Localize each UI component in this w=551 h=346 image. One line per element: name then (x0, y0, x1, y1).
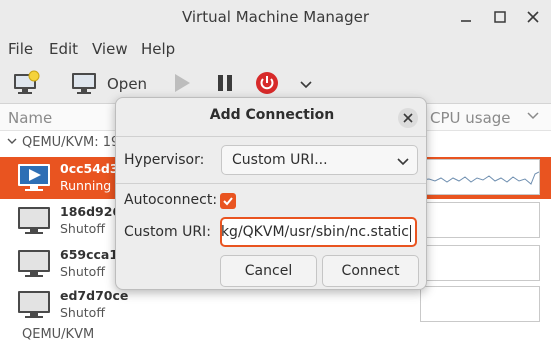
title-bar: Virtual Machine Manager (0, 0, 551, 34)
chevron-down-icon[interactable] (300, 78, 312, 94)
divider (116, 183, 426, 184)
connection-label: QEMU/KVM (22, 327, 95, 342)
menu-view[interactable]: View (92, 40, 128, 58)
vm-shutoff-icon (17, 205, 51, 237)
menu-file[interactable]: File (8, 40, 33, 58)
cpu-usage-graph (420, 286, 540, 322)
column-name[interactable]: Name (8, 109, 52, 127)
menu-bar: File Edit View Help (0, 34, 551, 62)
close-icon[interactable] (524, 8, 542, 26)
custom-uri-label: Custom URI: (124, 224, 211, 240)
cpu-usage-graph (420, 159, 540, 195)
vm-name: ed7d70ce (60, 288, 129, 303)
connection-label: QEMU/KVM: 192 (22, 135, 128, 150)
hypervisor-select[interactable]: Custom URI... (221, 145, 418, 175)
add-connection-dialog: Add Connection Hypervisor: Custom URI...… (115, 97, 427, 290)
vm-name: 659cca1f (60, 247, 124, 262)
expander-icon[interactable] (7, 135, 17, 150)
play-icon[interactable] (173, 73, 191, 97)
column-cpu-usage[interactable]: CPU usage (430, 109, 511, 127)
power-icon[interactable] (255, 71, 279, 99)
cancel-button[interactable]: Cancel (220, 255, 317, 287)
sort-arrow-icon (527, 109, 539, 127)
connect-button[interactable]: Connect (322, 255, 419, 287)
vm-row[interactable]: ed7d70ce Shutoff (0, 284, 551, 326)
pause-icon[interactable] (217, 74, 233, 96)
autoconnect-label: Autoconnect: (124, 192, 218, 208)
open-button[interactable]: Open (107, 75, 147, 93)
custom-uri-value: kg/QKVM/usr/sbin/nc.static (220, 224, 409, 240)
cpu-usage-graph (420, 245, 540, 281)
dialog-title: Add Connection (209, 107, 335, 123)
new-vm-icon[interactable] (12, 70, 40, 100)
menu-help[interactable]: Help (141, 40, 175, 58)
cpu-usage-graph (420, 202, 540, 238)
dialog-close-icon[interactable] (398, 108, 418, 128)
custom-uri-input[interactable]: kg/QKVM/usr/sbin/nc.static (220, 217, 417, 247)
vm-state: Shutoff (60, 221, 105, 236)
vm-running-icon (17, 162, 51, 194)
vm-shutoff-icon (17, 289, 51, 321)
hypervisor-label: Hypervisor: (124, 152, 205, 168)
monitor-icon[interactable] (71, 71, 97, 99)
text-caret (410, 225, 411, 242)
chevron-down-icon (397, 155, 409, 171)
connection-group[interactable]: QEMU/KVM (0, 326, 551, 346)
vm-state: Shutoff (60, 305, 105, 320)
divider (116, 136, 426, 137)
menu-edit[interactable]: Edit (49, 40, 78, 58)
vm-shutoff-icon (17, 248, 51, 280)
vm-state: Shutoff (60, 264, 105, 279)
vm-state: Running (60, 178, 112, 193)
minimize-icon[interactable] (457, 8, 475, 26)
maximize-icon[interactable] (491, 8, 509, 26)
hypervisor-value: Custom URI... (232, 152, 328, 168)
autoconnect-checkbox[interactable] (220, 193, 236, 209)
